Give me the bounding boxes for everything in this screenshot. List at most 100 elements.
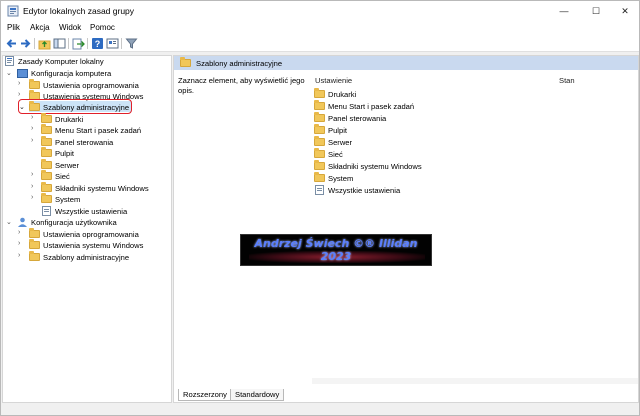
folder-icon: [314, 124, 325, 134]
chevron-down-icon[interactable]: ⌄: [19, 103, 25, 111]
list-item-label: Pulpit: [328, 126, 347, 135]
list-item-label: Drukarki: [328, 90, 357, 99]
horizontal-scrollbar[interactable]: [312, 378, 638, 384]
tree-item-label: Menu Start i pasek zadań: [55, 126, 142, 135]
chevron-right-icon[interactable]: ›: [31, 125, 33, 132]
folder-icon: [29, 101, 40, 111]
properties-icon[interactable]: [106, 37, 119, 50]
menu-help[interactable]: Pomoc: [90, 23, 115, 32]
details-pane: Szablony administracyjne Zaznacz element…: [173, 55, 639, 403]
export-icon[interactable]: [72, 37, 85, 50]
filter-icon[interactable]: [125, 37, 138, 50]
back-arrow-icon[interactable]: [5, 37, 18, 50]
folder-icon: [314, 136, 325, 146]
folder-icon: [29, 239, 40, 249]
chevron-down-icon[interactable]: ⌄: [6, 69, 12, 77]
menu-file[interactable]: Plik: [7, 23, 20, 32]
tree-item-label: Sieć: [55, 172, 70, 181]
tree-item-label: Konfiguracja komputera: [31, 69, 112, 78]
settings-document-icon: [315, 185, 324, 195]
tree-pane: Zasady Komputer lokalny ⌄ Konfiguracja k…: [2, 55, 172, 403]
svg-text:?: ?: [95, 39, 101, 49]
folder-icon: [41, 147, 52, 157]
list-item-label: Sieć: [328, 150, 343, 159]
chevron-right-icon[interactable]: ›: [18, 229, 20, 236]
tree-item-label: Drukarki: [55, 115, 84, 124]
user-icon: [18, 217, 27, 227]
folder-icon: [41, 113, 52, 123]
list-item-label: Składniki systemu Windows: [328, 162, 422, 171]
tab-extended[interactable]: Rozszerzony: [178, 389, 232, 401]
tree-item-label: Pulpit: [55, 149, 74, 158]
settings-document-icon: [42, 206, 51, 216]
title-bar: Edytor lokalnych zasad grupy — ☐ ✕: [1, 1, 639, 21]
tree-item-label: Szablony administracyjne: [43, 103, 130, 112]
tree-root-label: Zasady Komputer lokalny: [18, 57, 104, 66]
chevron-right-icon[interactable]: ›: [18, 91, 20, 98]
tree-item-label: Panel sterowania: [55, 138, 114, 147]
folder-icon: [180, 57, 191, 67]
chevron-right-icon[interactable]: ›: [31, 183, 33, 190]
status-bar: [1, 405, 639, 415]
details-header-title: Szablony administracyjne: [196, 59, 283, 68]
toolbar-separator: [121, 38, 122, 49]
tree-item-label: Ustawienia oprogramowania: [43, 230, 139, 239]
chevron-right-icon[interactable]: ›: [18, 240, 20, 247]
folder-icon: [29, 251, 40, 261]
main-window: Edytor lokalnych zasad grupy — ☐ ✕ Plik …: [0, 0, 640, 416]
chevron-down-icon[interactable]: ⌄: [6, 218, 12, 226]
tree-item-label: Wszystkie ustawienia: [55, 207, 128, 216]
list-item-label: Menu Start i pasek zadań: [328, 102, 415, 111]
menu-bar: Plik Akcja Widok Pomoc: [1, 21, 639, 35]
folder-icon: [29, 79, 40, 89]
chevron-right-icon[interactable]: ›: [31, 171, 33, 178]
toolbar: ?: [1, 35, 639, 52]
toolbar-separator: [68, 38, 69, 49]
tree-item-label: Serwer: [55, 161, 80, 170]
close-button[interactable]: ✕: [610, 1, 640, 21]
window-title: Edytor lokalnych zasad grupy: [23, 6, 135, 16]
folder-icon: [41, 170, 52, 180]
chevron-right-icon[interactable]: ›: [18, 252, 20, 259]
folder-icon: [314, 88, 325, 98]
chevron-right-icon[interactable]: ›: [31, 194, 33, 201]
folder-icon: [41, 124, 52, 134]
list-item-label: System: [328, 174, 354, 183]
tree-item-label: Konfiguracja użytkownika: [31, 218, 117, 227]
chevron-right-icon[interactable]: ›: [18, 80, 20, 87]
folder-icon: [41, 136, 52, 146]
tree-item-label: Ustawienia oprogramowania: [43, 81, 139, 90]
column-header-setting[interactable]: Ustawienie: [315, 76, 352, 85]
watermark-text: Andrzej Świech ©® Illidan 2023: [254, 237, 418, 263]
folder-icon: [41, 159, 52, 169]
list-item-label: Wszystkie ustawienia: [328, 186, 401, 195]
computer-icon: [17, 69, 28, 78]
tree-item-label: Szablony administracyjne: [43, 253, 130, 262]
menu-view[interactable]: Widok: [59, 23, 81, 32]
folder-icon: [314, 100, 325, 110]
folder-icon: [314, 172, 325, 182]
folder-icon: [41, 182, 52, 192]
show-hide-tree-icon[interactable]: [53, 37, 66, 50]
watermark-banner: Andrzej Świech ©® Illidan 2023: [240, 234, 432, 266]
folder-icon: [29, 228, 40, 238]
details-header: Szablony administracyjne: [174, 56, 638, 70]
folder-icon: [41, 193, 52, 203]
chevron-right-icon[interactable]: ›: [31, 114, 33, 121]
maximize-button[interactable]: ☐: [581, 1, 611, 21]
menu-action[interactable]: Akcja: [30, 23, 50, 32]
help-icon[interactable]: ?: [91, 37, 104, 50]
list-item-label: Serwer: [328, 138, 353, 147]
minimize-button[interactable]: —: [549, 1, 579, 21]
column-header-state[interactable]: Stan: [559, 76, 575, 85]
tree-item-label: Składniki systemu Windows: [55, 184, 149, 193]
toolbar-separator: [34, 38, 35, 49]
folder-icon: [314, 148, 325, 158]
tab-standard[interactable]: Standardowy: [230, 389, 285, 401]
list-item-label: Panel sterowania: [328, 114, 387, 123]
chevron-right-icon[interactable]: ›: [31, 137, 33, 144]
forward-arrow-icon[interactable]: [19, 37, 32, 50]
folder-icon: [314, 112, 325, 122]
toolbar-separator: [87, 38, 88, 49]
folder-up-icon[interactable]: [38, 37, 51, 50]
